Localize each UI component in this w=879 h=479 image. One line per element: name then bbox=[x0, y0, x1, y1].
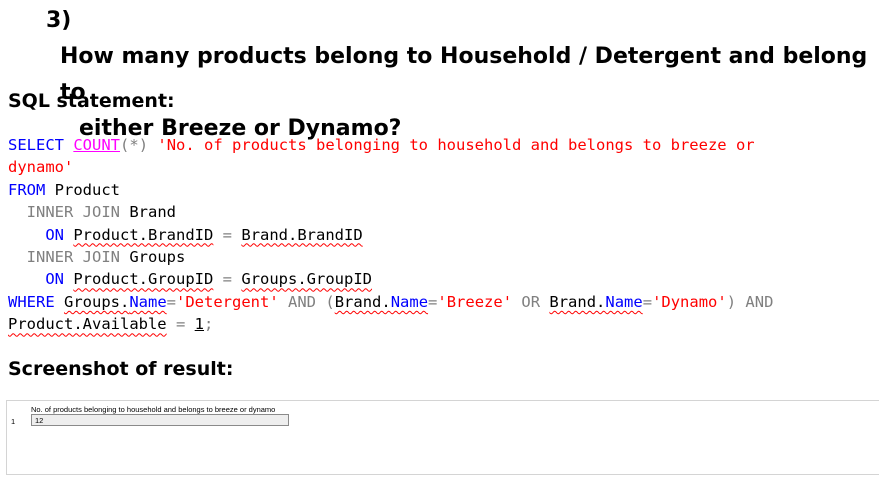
sql-paren: ( bbox=[325, 292, 335, 311]
sql-alias-string: 'No. of products belonging to household … bbox=[157, 136, 755, 154]
sql-brand-prefix: Brand. bbox=[549, 292, 606, 311]
sql-and-keyword: AND bbox=[288, 292, 317, 311]
sql-equals: = bbox=[175, 315, 186, 334]
result-grid: No. of products belonging to household a… bbox=[6, 400, 879, 475]
result-cell[interactable]: 12 bbox=[31, 414, 289, 426]
sql-select-keyword: SELECT bbox=[8, 136, 64, 154]
sql-table-brand: Brand bbox=[129, 203, 177, 222]
sql-groups-prefix: Groups. bbox=[64, 292, 130, 311]
sql-on-keyword: ON bbox=[45, 225, 64, 244]
sql-dynamo-string: 'Dynamo' bbox=[652, 292, 727, 311]
sql-name-column: Name bbox=[605, 292, 643, 311]
sql-heading: SQL statement: bbox=[8, 90, 175, 112]
sql-where-keyword: WHERE bbox=[8, 292, 55, 311]
question-heading: 3) How many products belong to Household … bbox=[46, 3, 879, 147]
sql-equals: = bbox=[428, 292, 438, 311]
sql-on-keyword: ON bbox=[45, 270, 64, 289]
sql-equals: = bbox=[222, 225, 233, 244]
sql-table-product: Product bbox=[54, 180, 120, 199]
sql-paren: ) bbox=[726, 292, 737, 311]
sql-paren: ( bbox=[120, 136, 130, 154]
sql-value-one: 1 bbox=[194, 315, 205, 334]
sql-breeze-string: 'Breeze' bbox=[437, 292, 513, 311]
sql-equals: = bbox=[222, 270, 233, 289]
question-line-1: How many products belong to Household / … bbox=[60, 44, 868, 105]
sql-count-function: COUNT bbox=[73, 136, 121, 154]
sql-product-available: Product.Available bbox=[8, 315, 167, 334]
result-column-header[interactable]: No. of products belonging to household a… bbox=[31, 405, 275, 414]
sql-join1-left: Product.BrandID bbox=[73, 225, 214, 244]
result-row-number: 1 bbox=[11, 417, 16, 426]
sql-alias-string-cont: dynamo' bbox=[8, 158, 74, 177]
sql-from-keyword: FROM bbox=[8, 180, 46, 199]
sql-equals: = bbox=[166, 292, 177, 311]
sql-name-column: Name bbox=[129, 292, 167, 311]
sql-paren: ) bbox=[138, 136, 149, 154]
sql-detergent-string: 'Detergent' bbox=[176, 292, 279, 311]
sql-star: * bbox=[129, 136, 139, 154]
sql-equals: = bbox=[642, 292, 653, 311]
sql-inner-join-keyword: INNER JOIN bbox=[26, 248, 120, 267]
sql-inner-join-keyword: INNER JOIN bbox=[26, 203, 120, 222]
sql-join2-right: Groups.GroupID bbox=[241, 270, 373, 289]
sql-table-groups: Groups bbox=[129, 248, 186, 267]
question-number: 3) bbox=[46, 8, 72, 33]
sql-name-column: Name bbox=[390, 292, 429, 311]
sql-and-keyword: AND bbox=[745, 292, 774, 311]
sql-join2-left: Product.GroupID bbox=[73, 270, 214, 289]
sql-code-block: SELECT COUNT(*) 'No. of products belongi… bbox=[8, 134, 874, 336]
sql-brand-prefix: Brand. bbox=[334, 292, 391, 311]
sql-join1-right: Brand.BrandID bbox=[241, 225, 363, 244]
screenshot-heading: Screenshot of result: bbox=[8, 358, 234, 380]
sql-or-keyword: OR bbox=[521, 292, 541, 311]
sql-semicolon: ; bbox=[204, 315, 214, 334]
